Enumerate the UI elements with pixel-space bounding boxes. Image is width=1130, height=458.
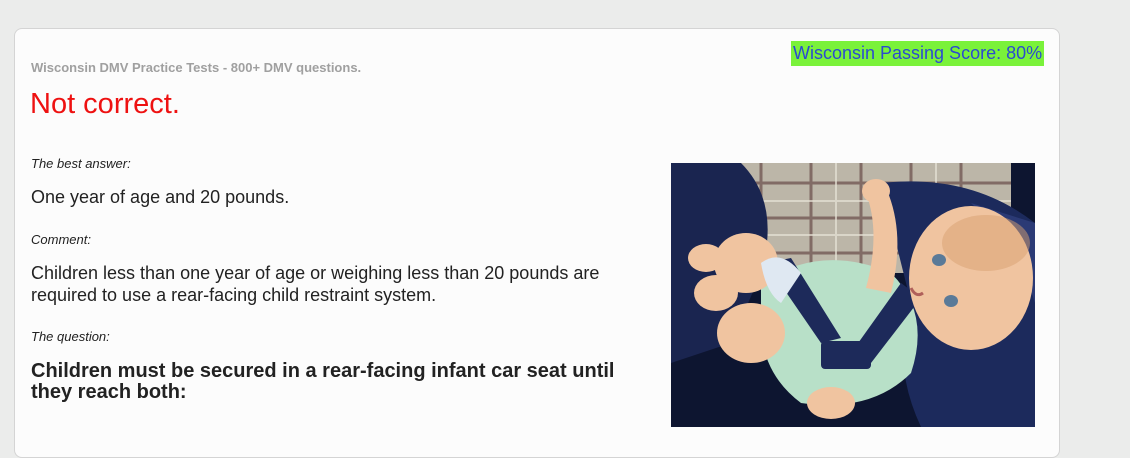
question-label: The question: — [31, 329, 110, 344]
best-answer-label: The best answer: — [31, 156, 131, 171]
site-title: Wisconsin DMV Practice Tests - 800+ DMV … — [31, 60, 362, 75]
passing-score-badge: Wisconsin Passing Score: 80% — [791, 41, 1045, 66]
result-title: Not correct. — [30, 88, 180, 120]
result-card: Wisconsin DMV Practice Tests - 800+ DMV … — [14, 28, 1060, 458]
best-answer-text: One year of age and 20 pounds. — [31, 187, 290, 207]
comment-text: Children less than one year of age or we… — [31, 263, 600, 305]
question-text: Children must be secured in a rear-facin… — [31, 360, 615, 403]
baby-car-seat-image — [671, 163, 1035, 427]
comment-label: Comment: — [31, 232, 91, 247]
